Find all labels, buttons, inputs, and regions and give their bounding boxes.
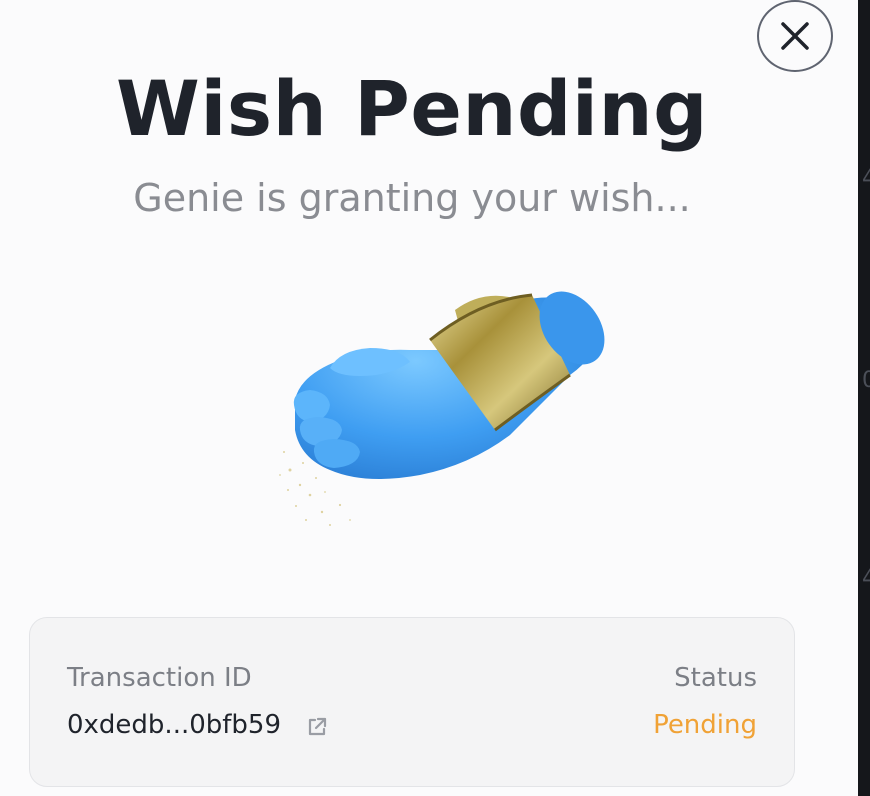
status-label: Status — [674, 663, 757, 693]
close-icon — [781, 22, 809, 50]
transaction-id-value[interactable]: 0xdedb...0bfb59 — [67, 710, 281, 740]
transaction-id-label: Transaction ID — [67, 663, 252, 693]
background-edge: 4 0 4 — [858, 0, 870, 796]
modal-subtitle: Genie is granting your wish... — [133, 176, 691, 220]
external-link-icon[interactable] — [306, 716, 328, 738]
modal-title: Wish Pending — [116, 64, 708, 153]
close-button[interactable] — [757, 0, 833, 72]
genie-hand-illustration — [279, 291, 605, 526]
status-badge: Pending — [653, 710, 757, 740]
transaction-card: Transaction ID 0xdedb...0bfb59 Status Pe… — [29, 617, 795, 787]
